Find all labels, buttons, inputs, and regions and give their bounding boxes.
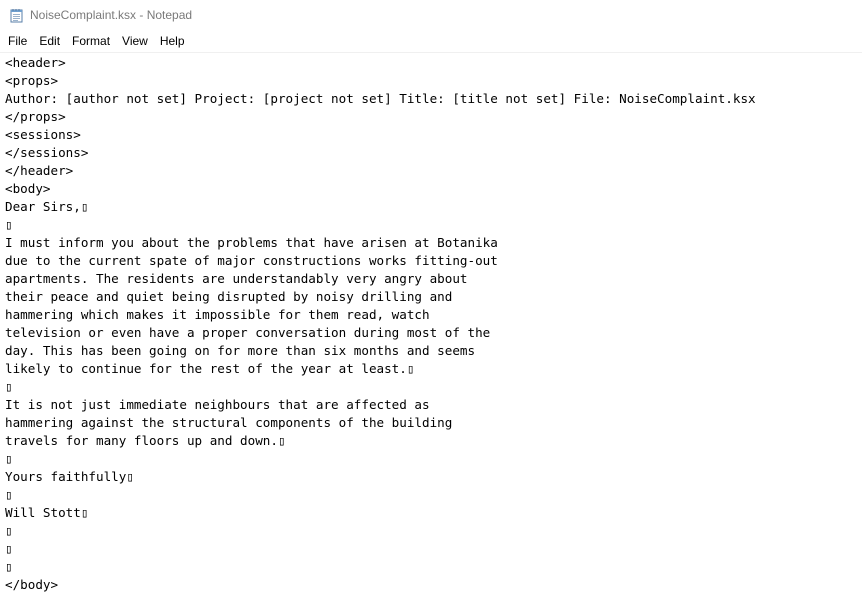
- text-editor-area[interactable]: <header> <props> Author: [author not set…: [0, 52, 862, 610]
- menu-bar: File Edit Format View Help: [0, 31, 862, 51]
- menu-format[interactable]: Format: [66, 31, 116, 51]
- notepad-icon[interactable]: [10, 8, 24, 23]
- document-text[interactable]: <header> <props> Author: [author not set…: [0, 53, 862, 594]
- title-bar[interactable]: NoiseComplaint.ksx - Notepad: [0, 0, 862, 31]
- notepad-window: NoiseComplaint.ksx - Notepad File Edit F…: [0, 0, 862, 610]
- menu-edit[interactable]: Edit: [33, 31, 66, 51]
- menu-file[interactable]: File: [0, 31, 33, 51]
- menu-help[interactable]: Help: [154, 31, 191, 51]
- window-title: NoiseComplaint.ksx - Notepad: [30, 8, 193, 22]
- menu-view[interactable]: View: [116, 31, 154, 51]
